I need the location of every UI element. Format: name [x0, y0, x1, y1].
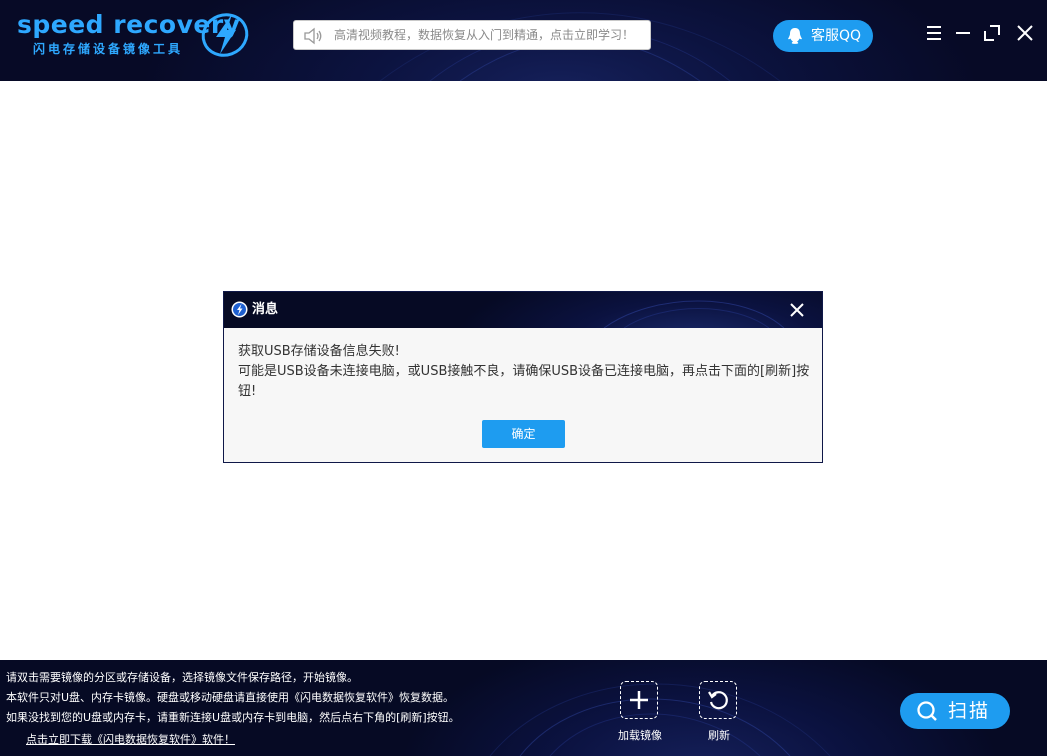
load-image-button[interactable]: 加载镜像	[618, 681, 662, 745]
close-icon[interactable]	[1014, 22, 1036, 44]
refresh-label: 刷新	[708, 729, 730, 742]
app-lightning-icon	[231, 301, 248, 318]
hamburger-menu-icon[interactable]	[923, 22, 945, 44]
refresh-icon	[708, 691, 728, 710]
bottom-panel: 请双击需要镜像的分区或存储设备，选择镜像文件保存路径，开始镜像。 本软件只对U盘…	[0, 660, 1047, 756]
scan-button-label: 扫描	[948, 700, 991, 722]
app-logo-subtitle: 闪电存储设备镜像工具	[33, 42, 184, 56]
footer-instruction-line-2: 本软件只对U盘、内存卡镜像。硬盘或移动硬盘请直接使用《闪电数据恢复软件》恢复数据…	[6, 691, 455, 704]
refresh-button[interactable]: 刷新	[697, 681, 741, 745]
maximize-icon[interactable]	[981, 22, 1003, 44]
video-tutorial-notice[interactable]: 高清视频教程，数据恢复从入门到精通，点击立即学习！	[293, 20, 651, 50]
refresh-frame	[699, 681, 737, 719]
scan-button[interactable]: 扫描	[900, 693, 1010, 729]
minimize-icon[interactable]	[952, 22, 974, 44]
load-image-frame	[620, 681, 658, 719]
search-icon	[917, 701, 937, 721]
lightning-bolt-icon	[201, 13, 249, 57]
dialog-swirl-decoration	[603, 300, 785, 328]
dialog-message-line-2: 可能是USB设备未连接电脑，或USB接触不良，请确保USB设备已连接电脑，再点击…	[238, 364, 810, 399]
message-dialog: 消息 获取USB存储设备信息失败! 可能是USB设备未连接电脑，或USB接触不良…	[223, 291, 823, 463]
title-bar: speed recovery 闪电存储设备镜像工具 高清视频教程，数据恢复从入门…	[0, 0, 1047, 81]
load-image-label: 加载镜像	[618, 729, 662, 742]
qq-button-label: 客服QQ	[811, 28, 862, 44]
qq-penguin-icon	[788, 28, 802, 44]
dialog-message-line-1: 获取USB存储设备信息失败!	[238, 344, 400, 359]
footer-instruction-line-1: 请双击需要镜像的分区或存储设备，选择镜像文件保存路径，开始镜像。	[6, 671, 358, 684]
ok-button[interactable]: 确定	[482, 420, 565, 448]
download-recovery-software-link[interactable]: 点击立即下载《闪电数据恢复软件》软件！	[26, 732, 235, 747]
speaker-icon	[304, 27, 322, 45]
dialog-message: 获取USB存储设备信息失败! 可能是USB设备未连接电脑，或USB接触不良，请确…	[238, 342, 813, 402]
dialog-title-bar: 消息	[224, 292, 822, 328]
dialog-title: 消息	[252, 302, 279, 317]
footer-instruction-line-3: 如果没找到您的U盘或内存卡，请重新连接U盘或内存卡到电脑，然后点右下角的[刷新]…	[6, 711, 460, 724]
dialog-close-icon[interactable]	[786, 299, 808, 321]
customer-service-qq-button[interactable]: 客服QQ	[773, 20, 873, 52]
plus-icon	[630, 691, 648, 709]
notice-text: 高清视频教程，数据恢复从入门到精通，点击立即学习！	[334, 28, 635, 42]
